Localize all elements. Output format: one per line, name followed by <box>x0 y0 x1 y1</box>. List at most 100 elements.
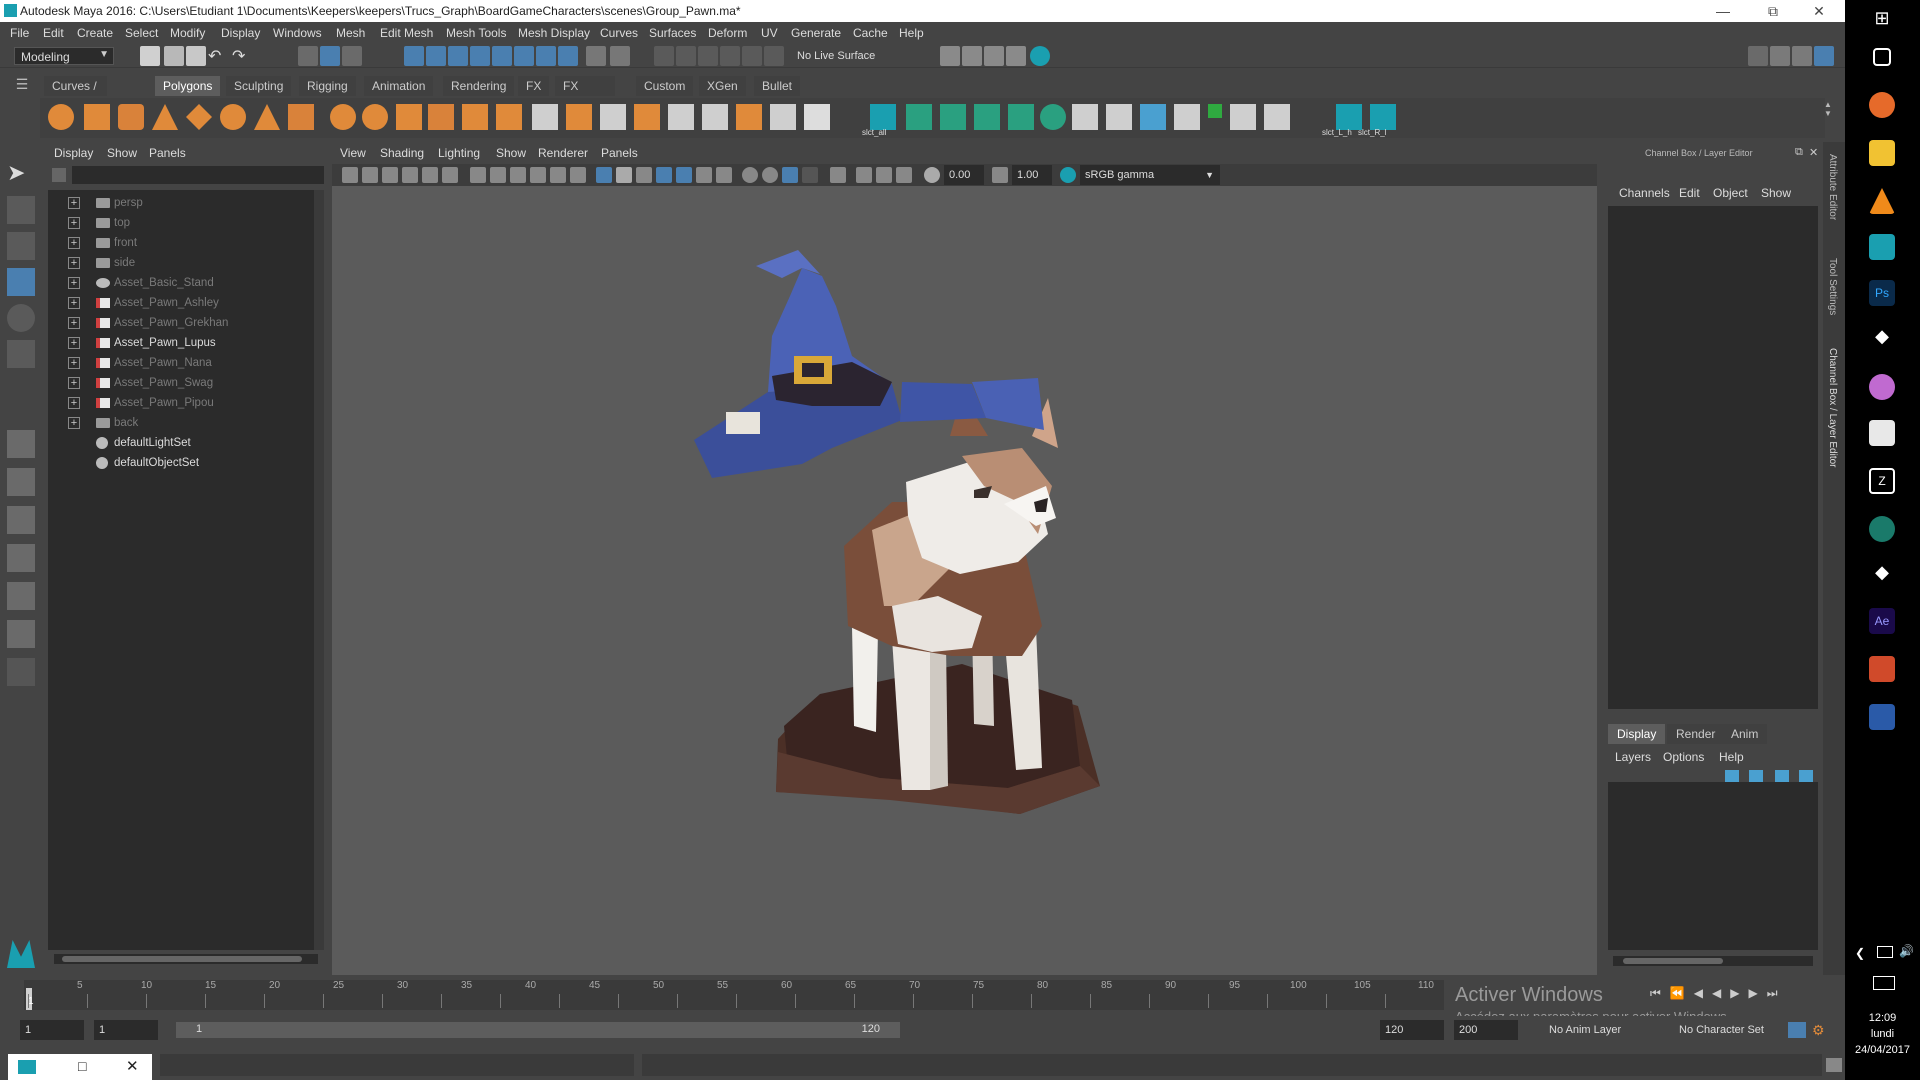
layer-tab-render[interactable]: Render <box>1667 724 1725 744</box>
outliner-item[interactable]: + Asset_Basic_Stand <box>48 274 318 292</box>
maya-alt-icon[interactable] <box>1869 516 1895 542</box>
layer-tab-anim[interactable]: Anim <box>1722 724 1768 744</box>
animation-prefs-icon[interactable]: ⚙ <box>1812 1022 1830 1038</box>
ipr-render-icon[interactable] <box>984 46 1004 66</box>
tool-settings-toggle-icon[interactable] <box>1792 46 1812 66</box>
layer-horizontal-scrollbar[interactable] <box>1613 956 1813 966</box>
smooth-shade-icon[interactable] <box>616 167 632 183</box>
menu-edit[interactable]: Edit <box>43 26 64 40</box>
gate-mask-icon[interactable] <box>530 167 546 183</box>
outliner-item[interactable]: + side <box>48 254 318 272</box>
symmetry-icon[interactable] <box>536 46 556 66</box>
outliner-item[interactable]: defaultLightSet <box>48 434 318 452</box>
outliner-menu-display[interactable]: Display <box>54 146 93 160</box>
firefox-icon[interactable] <box>1869 92 1895 118</box>
render-settings-icon[interactable] <box>1006 46 1026 66</box>
character-set-select[interactable]: No Character Set <box>1674 1020 1784 1040</box>
soft-select-icon[interactable] <box>1264 104 1290 130</box>
tab-rendering[interactable]: Rendering <box>443 76 515 96</box>
volume-icon[interactable]: 🔊 <box>1899 944 1914 958</box>
new-layer-icon[interactable] <box>1775 770 1789 782</box>
animation-start-field[interactable]: 1 <box>20 1020 84 1040</box>
anim-layer-select[interactable]: No Anim Layer <box>1544 1020 1654 1040</box>
snap-plane-icon[interactable] <box>742 46 762 66</box>
mel-input[interactable] <box>160 1054 634 1076</box>
mirror-icon[interactable] <box>396 104 422 130</box>
separate-icon[interactable] <box>362 104 388 130</box>
wireframe-on-shaded-icon[interactable] <box>656 167 672 183</box>
menu-windows[interactable]: Windows <box>273 26 322 40</box>
viewport-menu-show[interactable]: Show <box>496 146 526 160</box>
xray-icon[interactable] <box>856 167 872 183</box>
shelf-menu-icon[interactable]: ☰ <box>14 76 30 96</box>
scale-tool-icon[interactable] <box>7 340 35 368</box>
select-edge-loop-icon[interactable] <box>906 104 932 130</box>
viewport-menu-lighting[interactable]: Lighting <box>438 146 480 160</box>
outliner-item[interactable]: + back <box>48 414 318 432</box>
multi-cut-icon[interactable] <box>532 104 558 130</box>
edit-menu[interactable]: Edit <box>1679 186 1700 200</box>
play-forward-icon[interactable]: ▶ <box>1730 986 1748 1000</box>
four-view-layout-icon[interactable] <box>7 468 35 496</box>
redo-icon[interactable]: ↷ <box>232 46 252 66</box>
menu-deform[interactable]: Deform <box>708 26 747 40</box>
menu-mesh-display[interactable]: Mesh Display <box>518 26 590 40</box>
menu-surfaces[interactable]: Surfaces <box>649 26 696 40</box>
outliner-vertical-scrollbar[interactable] <box>314 190 324 950</box>
gamma-field[interactable]: 1.00 <box>1012 165 1052 185</box>
select-hierarchy-icon[interactable] <box>298 46 318 66</box>
motion-blur-icon[interactable] <box>762 167 778 183</box>
menu-cache[interactable]: Cache <box>853 26 888 40</box>
go-to-end-icon[interactable]: ⏭ <box>1767 986 1787 1000</box>
system-clock[interactable]: 12:09 lundi 24/04/2017 <box>1845 1010 1920 1058</box>
layers-menu[interactable]: Layers <box>1615 750 1651 764</box>
select-border-icon[interactable] <box>974 104 1000 130</box>
sew-uvs-icon[interactable] <box>1106 104 1132 130</box>
expand-icon[interactable]: + <box>68 217 80 229</box>
multisample-aa-icon[interactable] <box>782 167 798 183</box>
poly-cube-icon[interactable] <box>84 104 110 130</box>
menu-display[interactable]: Display <box>221 26 260 40</box>
menu-mesh-tools[interactable]: Mesh Tools <box>446 26 506 40</box>
exposure-icon[interactable] <box>924 167 940 183</box>
menu-edit-mesh[interactable]: Edit Mesh <box>380 26 433 40</box>
outliner-scroll-thumb[interactable] <box>62 956 302 962</box>
menu-uv[interactable]: UV <box>761 26 778 40</box>
poly-cone-icon[interactable] <box>152 104 178 130</box>
combine-icon[interactable] <box>330 104 356 130</box>
animation-end-field[interactable]: 200 <box>1454 1020 1518 1040</box>
outliner-item[interactable]: + persp <box>48 194 318 212</box>
side-tab-attribute-editor[interactable]: Attribute Editor <box>1827 154 1838 220</box>
viewport-menu-renderer[interactable]: Renderer <box>538 146 588 160</box>
script-slct-l-icon[interactable] <box>1336 104 1362 130</box>
menu-mesh[interactable]: Mesh <box>336 26 365 40</box>
poly-torus-icon[interactable] <box>220 104 246 130</box>
xray-joints-icon[interactable] <box>896 167 912 183</box>
task-view-icon[interactable] <box>1873 48 1891 66</box>
extract-icon[interactable] <box>462 104 488 130</box>
grow-selection-icon[interactable] <box>1040 104 1066 130</box>
mode-selector[interactable]: Modeling ▼ <box>14 47 114 65</box>
minimize-button[interactable]: — <box>1700 0 1746 22</box>
viewport-menu-view[interactable]: View <box>340 146 366 160</box>
move-tool-icon[interactable] <box>7 268 35 296</box>
isolate-select-icon[interactable] <box>830 167 846 183</box>
append-icon[interactable] <box>668 104 694 130</box>
viewport-menu-panels[interactable]: Panels <box>601 146 638 160</box>
step-forward-key-icon[interactable]: ▶ <box>1748 986 1766 1000</box>
unity-icon[interactable]: ◆ <box>1869 326 1895 352</box>
expand-icon[interactable]: + <box>68 197 80 209</box>
object-menu[interactable]: Object <box>1713 186 1748 200</box>
expand-icon[interactable]: + <box>68 337 80 349</box>
smooth-icon[interactable] <box>428 104 454 130</box>
poly-sphere-icon[interactable] <box>48 104 74 130</box>
open-scene-icon[interactable] <box>164 46 184 66</box>
options-menu[interactable]: Options <box>1663 750 1704 764</box>
expand-icon[interactable]: + <box>68 417 80 429</box>
maya-taskbar-icon[interactable] <box>1869 234 1895 260</box>
outliner-menu-panels[interactable]: Panels <box>149 146 186 160</box>
outliner-horizontal-scrollbar[interactable] <box>54 954 318 964</box>
render-current-icon[interactable] <box>962 46 982 66</box>
history-icon[interactable] <box>558 46 578 66</box>
maya-small-icon[interactable] <box>18 1060 36 1074</box>
